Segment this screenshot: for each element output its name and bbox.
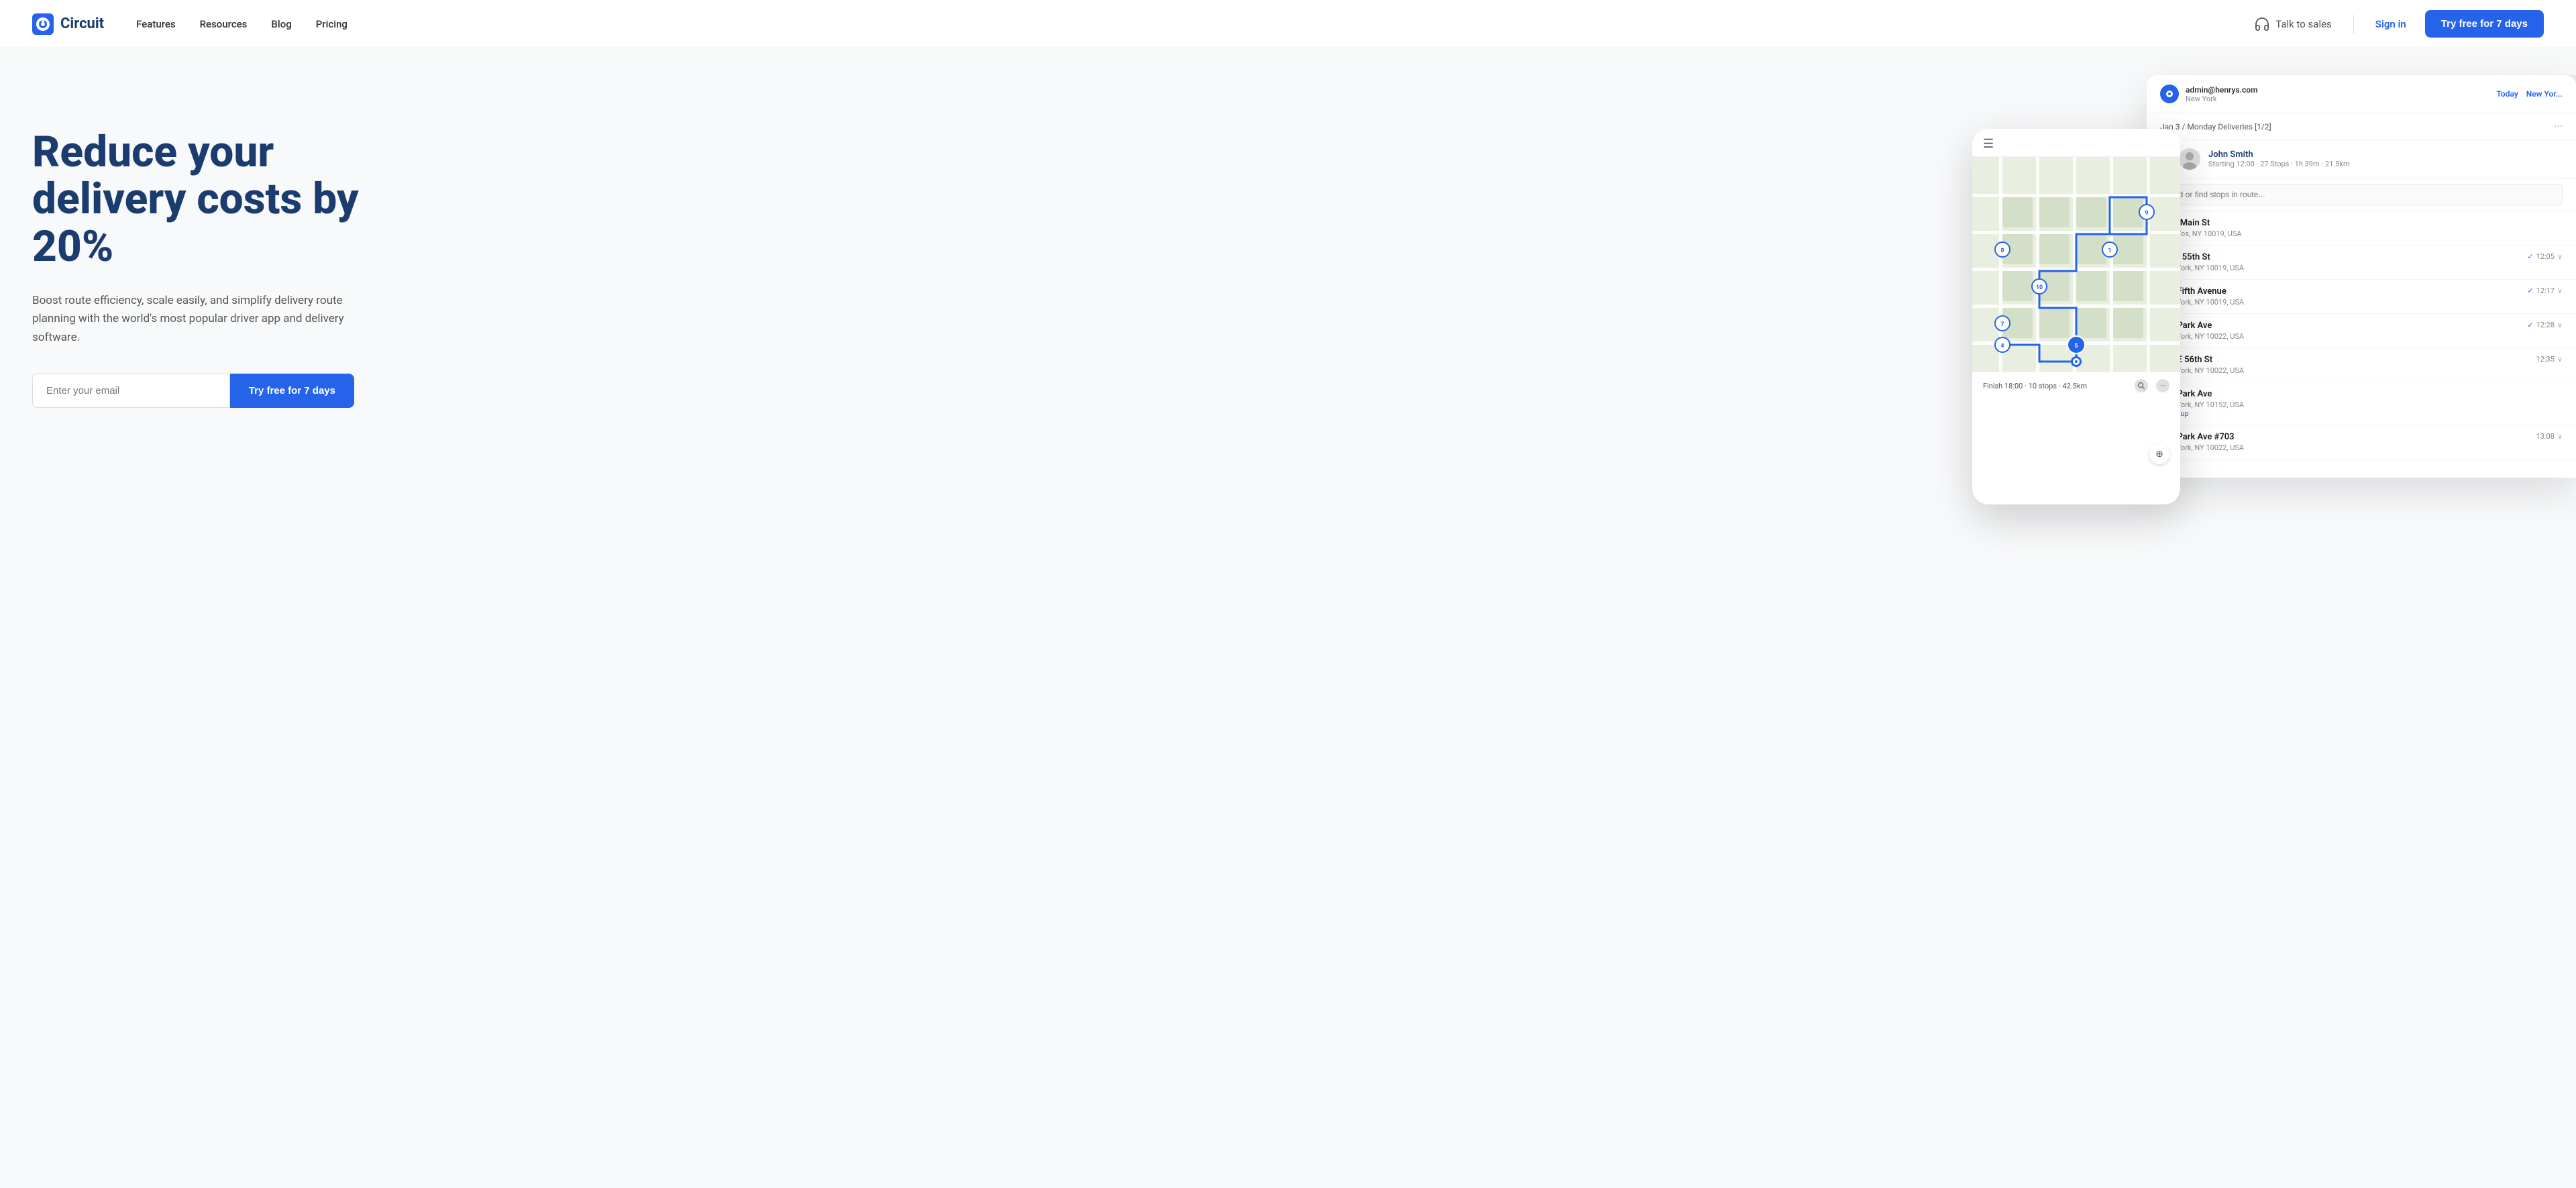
stop-time: ✓ 12:28 ∨: [2527, 321, 2563, 329]
phone-footer-icons: ···: [2135, 379, 2169, 392]
nav-pricing[interactable]: Pricing: [316, 18, 347, 30]
talk-to-sales-label: Talk to sales: [2275, 18, 2332, 30]
table-row[interactable]: 10th Main St New Yos, NY 10019, USA: [2147, 211, 2576, 246]
nav-blog[interactable]: Blog: [271, 18, 291, 30]
desktop-location: New York: [2186, 95, 2489, 103]
navbar-links: Features Resources Blog Pricing: [136, 18, 2243, 30]
desktop-driver-row: ← John Smith Starting 12:00 · 27 Stops ·…: [2147, 140, 2576, 178]
hero-cta-button[interactable]: Try free for 7 days: [230, 374, 354, 408]
table-row[interactable]: 375 Park Ave New York, NY 10152, USA ↑ P…: [2147, 382, 2576, 425]
phone-more-icon[interactable]: ···: [2156, 379, 2169, 392]
phone-map-svg: 9 8 10 1 7 5: [1972, 157, 2180, 372]
sign-in-button[interactable]: Sign in: [2365, 13, 2417, 36]
nav-features[interactable]: Features: [136, 18, 175, 30]
phone-footer-text: Finish 18:00 · 10 stops · 42.5km: [1983, 382, 2087, 390]
nav-try-free-button[interactable]: Try free for 7 days: [2425, 10, 2544, 38]
route-options-icon[interactable]: ···: [2554, 120, 2563, 133]
logo-text: Circuit: [60, 15, 104, 32]
svg-text:1: 1: [2108, 248, 2111, 254]
navbar: Circuit Features Resources Blog Pricing …: [0, 0, 2576, 48]
phone-footer: Finish 18:00 · 10 stops · 42.5km ···: [1972, 372, 2180, 399]
table-row[interactable]: 222 E 56th St New York, NY 10022, USA 12…: [2147, 348, 2576, 382]
svg-text:8: 8: [2000, 248, 2004, 254]
phone-mockup: ☰: [1972, 129, 2180, 504]
hero-title: Reduce your delivery costs by 20%: [32, 129, 421, 270]
desktop-header-info: admin@henrys.com New York: [2186, 85, 2489, 103]
driver-name: John Smith: [2208, 150, 2350, 160]
table-row[interactable]: 712 Fifth Avenue New York, NY 10019, USA…: [2147, 280, 2576, 314]
desktop-route-header: Jan 3 / Monday Deliveries [1/2] ···: [2147, 113, 2576, 140]
table-row[interactable]: 430 Park Ave #703 New York, NY 10022, US…: [2147, 425, 2576, 460]
stops-list: 10th Main St New Yos, NY 10019, USA 73 W…: [2147, 211, 2576, 460]
desktop-route-title: Jan 3 / Monday Deliveries [1/2]: [2160, 122, 2271, 131]
phone-menu-icon[interactable]: ☰: [1983, 137, 1994, 151]
driver-info: John Smith Starting 12:00 · 27 Stops · 1…: [2208, 150, 2350, 168]
stop-time: 13:08 ∨: [2536, 432, 2563, 441]
svg-text:10: 10: [2036, 284, 2043, 291]
stop-time: ✓ 12:05 ∨: [2527, 252, 2563, 261]
desktop-search: [2147, 178, 2576, 211]
email-input[interactable]: [32, 374, 230, 408]
svg-text:9: 9: [2145, 210, 2148, 217]
desktop-admin-email: admin@henrys.com: [2186, 85, 2489, 95]
svg-text:4: 4: [2000, 343, 2004, 349]
table-row[interactable]: 73 W 55th St New York, NY 10019, USA ✓ 1…: [2147, 246, 2576, 280]
compass-icon[interactable]: ⊕: [2149, 444, 2169, 464]
desktop-mockup: admin@henrys.com New York Today New Yor.…: [2147, 75, 2576, 478]
navbar-right: Talk to sales Sign in Try free for 7 day…: [2243, 10, 2544, 38]
table-row[interactable]: 300 Park Ave New York, NY 10022, USA ✓ 1…: [2147, 314, 2576, 348]
desktop-logo-icon: [2160, 85, 2179, 103]
phone-map: 9 8 10 1 7 5: [1972, 157, 2180, 372]
driver-sub: Starting 12:00 · 27 Stops · 1h 39m · 21.…: [2208, 160, 2350, 168]
nav-divider: [2353, 15, 2354, 34]
hero-cta: Try free for 7 days: [32, 374, 354, 408]
phone-header: ☰: [1972, 129, 2180, 157]
nav-resources[interactable]: Resources: [200, 18, 248, 30]
stop-check-icon: ✓: [2527, 321, 2533, 329]
logo-link[interactable]: Circuit: [32, 13, 104, 35]
desktop-today-label: Today New Yor...: [2496, 89, 2563, 99]
desktop-header: admin@henrys.com New York Today New Yor.…: [2147, 75, 2576, 113]
stop-time: ✓ 12:17 ∨: [2527, 286, 2563, 295]
route-search-input[interactable]: [2160, 184, 2563, 205]
talk-to-sales-button[interactable]: Talk to sales: [2243, 11, 2343, 38]
svg-text:7: 7: [2000, 321, 2004, 328]
hero-visual: 7 8 5 4 10 1: [1972, 75, 2576, 531]
stop-time: 12:35 ∨: [2536, 355, 2563, 364]
svg-text:5: 5: [2074, 343, 2078, 349]
driver-avatar: [2179, 148, 2200, 170]
hero-content: Reduce your delivery costs by 20% Boost …: [32, 102, 421, 408]
headset-icon: [2254, 16, 2270, 32]
stop-check-icon: ✓: [2527, 286, 2533, 295]
circuit-logo-icon: [32, 13, 54, 35]
hero-section: Reduce your delivery costs by 20% Boost …: [0, 48, 2576, 1188]
stop-check-icon: ✓: [2527, 252, 2533, 261]
phone-search-icon[interactable]: [2135, 379, 2148, 392]
hero-subtitle: Boost route efficiency, scale easily, an…: [32, 292, 354, 347]
